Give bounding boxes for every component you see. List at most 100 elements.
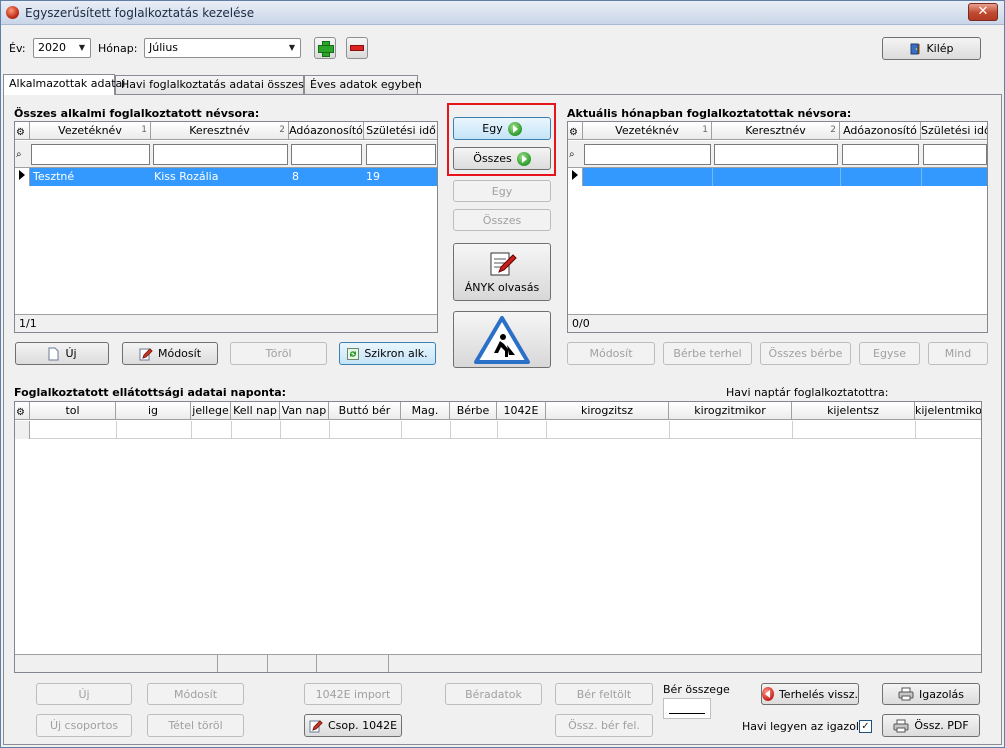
column-header-birthdate[interactable]: Születési idő	[364, 122, 437, 140]
grid-config-header[interactable]: ⚙	[568, 122, 583, 140]
column-header-firstname[interactable]: Keresztnév 2	[712, 122, 840, 140]
column-header-brutto-ber[interactable]: Buttó bér	[329, 402, 401, 420]
close-button[interactable]: ✕	[968, 3, 998, 21]
add-month-button[interactable]	[314, 37, 336, 59]
month-label: Hónap:	[98, 42, 138, 55]
new-record-button[interactable]: Új	[36, 683, 132, 705]
wage-sum-label: Bér összege	[663, 683, 730, 696]
exit-button[interactable]: Kilép	[882, 37, 981, 60]
monthly-cert-checkbox[interactable]: ✓	[859, 720, 872, 733]
edit-pencil-icon	[139, 347, 153, 360]
column-header-taxid[interactable]: Adóazonosító	[289, 122, 364, 140]
daily-data-grid[interactable]: ⚙ tol ig jellege Kell nap Van nap Buttó …	[14, 401, 982, 673]
delete-item-button[interactable]: Tétel töröl	[147, 714, 244, 737]
certificate-button[interactable]: Igazolás	[882, 683, 980, 705]
exit-label: Kilép	[926, 42, 954, 55]
table-row[interactable]: Tesztné Kiss Rozália 8 19	[15, 168, 437, 186]
monthly-calendar-label: Havi naptár foglalkoztatottra:	[726, 386, 889, 399]
all-button[interactable]: Mind	[928, 342, 988, 365]
wage-upload-button[interactable]: Bér feltölt	[555, 683, 653, 705]
grid-config-header[interactable]: ⚙	[15, 122, 30, 140]
column-header-kijelentsz[interactable]: kijelentsz	[792, 402, 915, 420]
row-indicator	[568, 168, 583, 186]
group-1042e-button[interactable]: Csop. 1042E	[304, 714, 402, 737]
tab-yearly[interactable]: Éves adatok egyben	[304, 75, 422, 95]
modify-employee-button[interactable]: Módosít	[122, 342, 218, 365]
filter-taxid-input[interactable]	[291, 144, 362, 165]
tab-label: Havi foglalkoztatás adatai összesítve	[121, 78, 325, 91]
modify-current-button[interactable]: Módosít	[567, 342, 655, 365]
column-header-1042e[interactable]: 1042E	[497, 402, 546, 420]
import-1042e-button[interactable]: 1042E import	[304, 683, 402, 705]
sum-pdf-button[interactable]: Össz. PDF	[882, 714, 980, 737]
column-header-birthdate[interactable]: Születési idő	[921, 122, 987, 140]
filter-birthdate-input[interactable]	[923, 144, 987, 165]
year-select[interactable]: 2020 ▼	[33, 38, 91, 58]
all-employees-grid[interactable]: ⚙ Vezetéknév 1 Keresztnév 2 Adóazonosító S…	[14, 121, 438, 333]
modify-record-button[interactable]: Módosít	[147, 683, 244, 705]
single-button[interactable]: Egyse	[859, 342, 920, 365]
sync-button[interactable]: Szikron alk.	[339, 342, 436, 365]
anyk-read-button[interactable]: ÁNYK olvasás	[453, 243, 551, 301]
column-header-kirogzitsz[interactable]: kirogzitsz	[546, 402, 669, 420]
row-pointer-icon	[19, 170, 25, 180]
filter-surname-input[interactable]	[584, 144, 711, 165]
sum-wage-upload-button[interactable]: Össz. bér fel.	[555, 714, 653, 737]
binoculars-icon: ⌕	[569, 149, 575, 160]
daily-data-title: Foglalkoztatott ellátottsági adatai napo…	[14, 386, 287, 399]
move-all-right-button[interactable]: Összes	[453, 147, 551, 170]
move-all-left-button[interactable]: Összes	[453, 209, 551, 231]
title-bar[interactable]: Egyszerűsített foglalkoztatás kezelése ✕	[1, 1, 1004, 25]
move-one-left-button[interactable]: Egy	[453, 180, 551, 202]
remove-month-button[interactable]	[346, 37, 368, 59]
table-row[interactable]	[15, 421, 981, 439]
filter-taxid-input[interactable]	[842, 144, 919, 165]
under-construction-button[interactable]	[453, 311, 551, 368]
column-header-surname[interactable]: Vezetéknév 1	[30, 122, 151, 140]
lend-charge-button[interactable]: Bérbe terhel	[663, 342, 752, 365]
move-one-right-button[interactable]: Egy	[453, 117, 551, 140]
chevron-down-icon: ▼	[288, 43, 296, 52]
column-header-kell-nap[interactable]: Kell nap	[231, 402, 280, 420]
year-value: 2020	[38, 41, 66, 54]
door-exit-icon	[910, 43, 920, 54]
wage-data-button[interactable]: Béradatok	[445, 683, 542, 705]
filter-firstname-input[interactable]	[153, 144, 288, 165]
column-header-van-nap[interactable]: Van nap	[280, 402, 329, 420]
column-header-jellege[interactable]: jellege	[191, 402, 231, 420]
charge-back-button[interactable]: Terhelés vissz.	[761, 683, 859, 705]
new-group-button[interactable]: Új csoportos	[36, 714, 132, 737]
new-document-icon	[48, 347, 59, 360]
column-header-berbe[interactable]: Bérbe	[450, 402, 497, 420]
filter-birthdate-input[interactable]	[366, 144, 436, 165]
tab-employees[interactable]: Alkalmazottak adatai	[3, 74, 125, 95]
app-icon	[6, 6, 19, 19]
column-header-mag[interactable]: Mag.	[401, 402, 450, 420]
arrow-left-icon	[762, 687, 774, 701]
new-employee-button[interactable]: Új	[15, 342, 109, 365]
column-header-kijelentmikor[interactable]: kijelentmikor	[915, 402, 981, 420]
delete-employee-button[interactable]: Töröl	[230, 342, 327, 365]
column-header-tol[interactable]: tol	[30, 402, 116, 420]
edit-pencil-icon	[309, 719, 323, 732]
column-header-firstname[interactable]: Keresztnév 2	[151, 122, 289, 140]
filter-surname-input[interactable]	[31, 144, 150, 165]
month-select[interactable]: Július ▼	[144, 38, 301, 58]
column-header-surname[interactable]: Vezetéknév 1	[583, 122, 712, 140]
all-employees-title: Összes alkalmi foglalkoztatott névsora:	[14, 107, 260, 120]
current-month-grid[interactable]: ⚙ Vezetéknév 1 Keresztnév 2 Adóazonosító S…	[567, 121, 988, 333]
column-header-kirogzitmikor[interactable]: kirogzitmikor	[669, 402, 792, 420]
sort-order: 1	[141, 125, 147, 135]
filter-firstname-input[interactable]	[714, 144, 838, 165]
tab-monthly-summary[interactable]: Havi foglalkoztatás adatai összesítve	[115, 75, 325, 95]
table-row[interactable]	[568, 168, 987, 186]
column-header-taxid[interactable]: Adóazonosító	[840, 122, 921, 140]
all-lend-button[interactable]: Összes bérbe	[760, 342, 851, 365]
road-works-icon	[474, 315, 530, 364]
cell-firstname: Kiss Rozália	[154, 170, 219, 183]
month-value: Július	[149, 41, 179, 54]
binoculars-icon: ⌕	[16, 149, 22, 160]
column-header-ig[interactable]: ig	[116, 402, 191, 420]
tab-label: Éves adatok egyben	[310, 78, 422, 91]
grid-config-header[interactable]: ⚙	[15, 402, 30, 420]
